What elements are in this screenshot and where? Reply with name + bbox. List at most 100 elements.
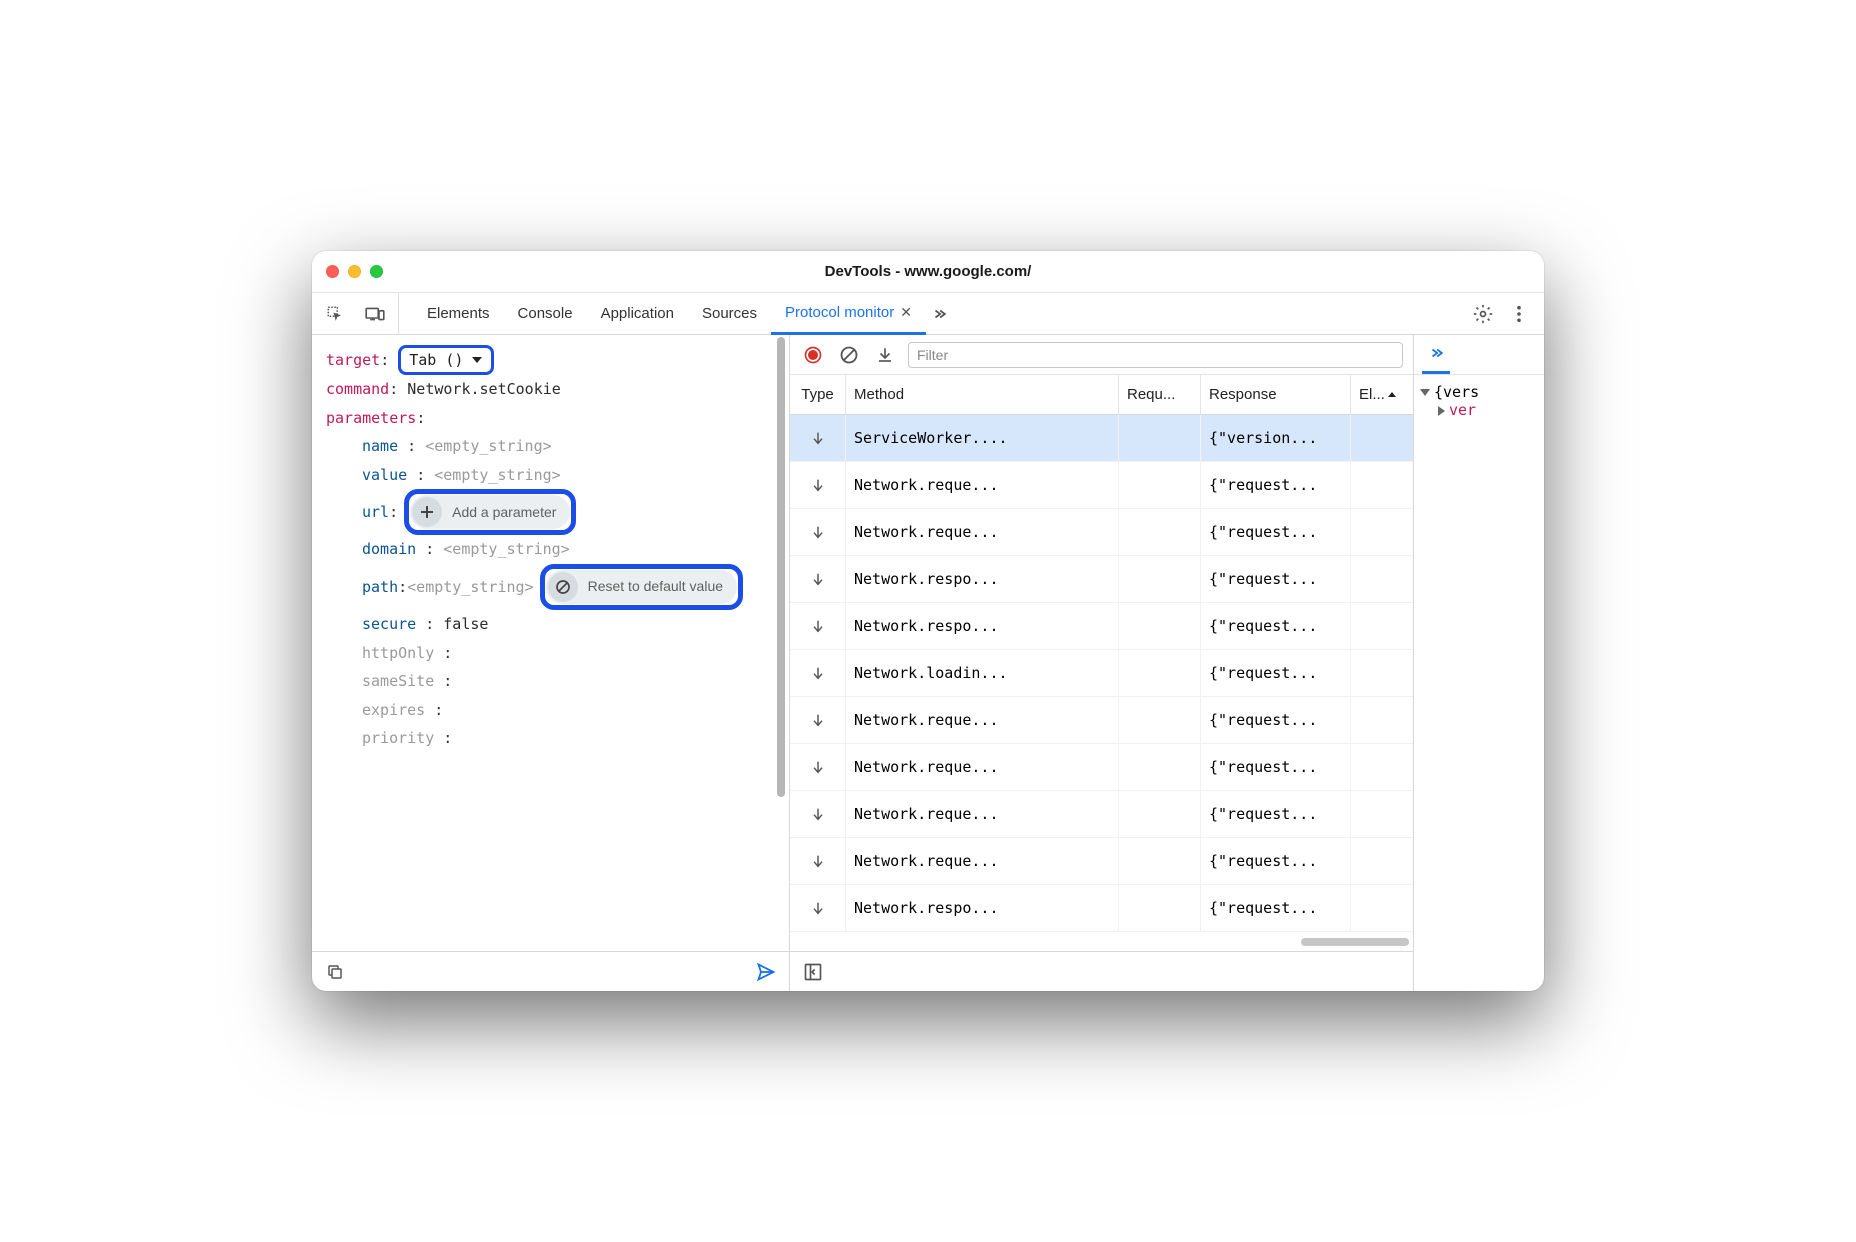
command-value[interactable]: Network.setCookie [407, 380, 561, 398]
more-vert-icon[interactable] [1506, 301, 1532, 327]
inspect-icon[interactable] [322, 301, 348, 327]
table-row[interactable]: ServiceWorker....{"version... [790, 415, 1413, 462]
tab-sources[interactable]: Sources [688, 293, 771, 334]
add-parameter-button[interactable]: Add a parameter [410, 495, 570, 529]
device-toggle-icon[interactable] [362, 301, 388, 327]
tab-elements[interactable]: Elements [413, 293, 504, 334]
protocol-grid-pane: Filter Type Method Requ... Response El..… [790, 335, 1414, 991]
download-button[interactable] [872, 342, 898, 368]
devtools-tabs: Elements Console Application Sources Pro… [312, 293, 1544, 335]
cell-response: {"request... [1201, 462, 1351, 508]
add-parameter-highlight: Add a parameter [404, 489, 576, 535]
cell-elapsed [1351, 650, 1413, 696]
cell-response: {"request... [1201, 885, 1351, 931]
parameters-label: parameters [326, 409, 416, 427]
cell-request [1119, 838, 1201, 884]
target-select[interactable]: Tab () [398, 345, 494, 375]
cell-method: Network.respo... [846, 603, 1119, 649]
cell-request [1119, 462, 1201, 508]
cell-method: Network.respo... [846, 885, 1119, 931]
detail-more-icon[interactable] [1422, 335, 1450, 374]
table-row[interactable]: Network.loadin... {"request... [790, 650, 1413, 697]
col-method[interactable]: Method [846, 375, 1119, 414]
table-row[interactable]: Network.respo... {"request... [790, 885, 1413, 932]
more-tabs-icon[interactable] [926, 301, 952, 327]
clear-button[interactable] [836, 342, 862, 368]
cell-response: {"request... [1201, 838, 1351, 884]
command-label: command [326, 380, 389, 398]
cell-request [1119, 791, 1201, 837]
plus-icon [412, 497, 442, 527]
devtools-window: DevTools - www.google.com/ Elements Cons… [312, 251, 1544, 991]
cell-method: Network.reque... [846, 744, 1119, 790]
col-type[interactable]: Type [790, 375, 846, 414]
command-editor-pane: target: Tab () command: Network.setCooki… [312, 335, 790, 991]
cell-method: Network.reque... [846, 462, 1119, 508]
cell-elapsed [1351, 415, 1413, 461]
cell-elapsed [1351, 838, 1413, 884]
direction-icon [790, 603, 846, 649]
record-button[interactable] [800, 342, 826, 368]
target-label: target [326, 351, 380, 369]
cell-elapsed [1351, 462, 1413, 508]
table-row[interactable]: Network.reque...{"request... [790, 744, 1413, 791]
table-row[interactable]: Network.reque...{"request... [790, 697, 1413, 744]
cell-response: {"request... [1201, 650, 1351, 696]
tab-console[interactable]: Console [504, 293, 587, 334]
cell-method: Network.loadin... [846, 650, 1119, 696]
direction-icon [790, 650, 846, 696]
direction-icon [790, 744, 846, 790]
copy-icon[interactable] [322, 959, 348, 985]
horizontal-scrollbar[interactable] [794, 937, 1409, 947]
cell-request [1119, 885, 1201, 931]
tab-application[interactable]: Application [587, 293, 688, 334]
direction-icon [790, 462, 846, 508]
param-name-value[interactable]: <empty_string> [425, 437, 551, 455]
direction-icon [790, 885, 846, 931]
cell-method: Network.reque... [846, 838, 1119, 884]
cell-request [1119, 650, 1201, 696]
cell-method: Network.respo... [846, 556, 1119, 602]
table-row[interactable]: Network.reque...{"request... [790, 791, 1413, 838]
cell-elapsed [1351, 603, 1413, 649]
direction-icon [790, 556, 846, 602]
cell-elapsed [1351, 791, 1413, 837]
cell-request [1119, 744, 1201, 790]
table-row[interactable]: Network.reque...{"request... [790, 509, 1413, 556]
cell-elapsed [1351, 509, 1413, 555]
tab-protocol-monitor[interactable]: Protocol monitor ✕ [771, 294, 926, 335]
table-row[interactable]: Network.reque... {"request... [790, 462, 1413, 509]
titlebar: DevTools - www.google.com/ [312, 251, 1544, 293]
col-request[interactable]: Requ... [1119, 375, 1201, 414]
detail-pane: {vers ver [1414, 335, 1544, 991]
cell-request [1119, 603, 1201, 649]
cell-response: {"request... [1201, 509, 1351, 555]
cell-request [1119, 697, 1201, 743]
cell-elapsed [1351, 885, 1413, 931]
left-scrollbar[interactable] [773, 335, 789, 991]
col-elapsed[interactable]: El... [1351, 375, 1413, 414]
param-secure-value[interactable]: false [443, 615, 488, 633]
close-icon[interactable]: ✕ [900, 304, 912, 321]
tree-child[interactable]: ver [1420, 401, 1538, 419]
reset-icon [548, 572, 578, 602]
table-row[interactable]: Network.respo...{"request... [790, 603, 1413, 650]
table-row[interactable]: Network.respo...{"request... [790, 556, 1413, 603]
param-value-value[interactable]: <empty_string> [434, 466, 560, 484]
col-response[interactable]: Response [1201, 375, 1351, 414]
filter-input[interactable]: Filter [908, 342, 1403, 368]
cell-method: Network.reque... [846, 791, 1119, 837]
reset-button[interactable]: Reset to default value [546, 570, 737, 604]
gear-icon[interactable] [1470, 301, 1496, 327]
direction-icon [790, 838, 846, 884]
table-body: ServiceWorker....{"version...Network.req… [790, 415, 1413, 951]
tree-root[interactable]: {vers [1420, 383, 1538, 401]
reset-highlight: Reset to default value [540, 564, 743, 611]
table-row[interactable]: Network.reque... {"request... [790, 838, 1413, 885]
cell-request [1119, 509, 1201, 555]
toggle-editor-button[interactable] [800, 959, 826, 985]
cell-request [1119, 415, 1201, 461]
param-domain-value[interactable]: <empty_string> [443, 540, 569, 558]
param-path-value[interactable]: <empty_string> [407, 573, 533, 602]
cell-response: {"request... [1201, 697, 1351, 743]
